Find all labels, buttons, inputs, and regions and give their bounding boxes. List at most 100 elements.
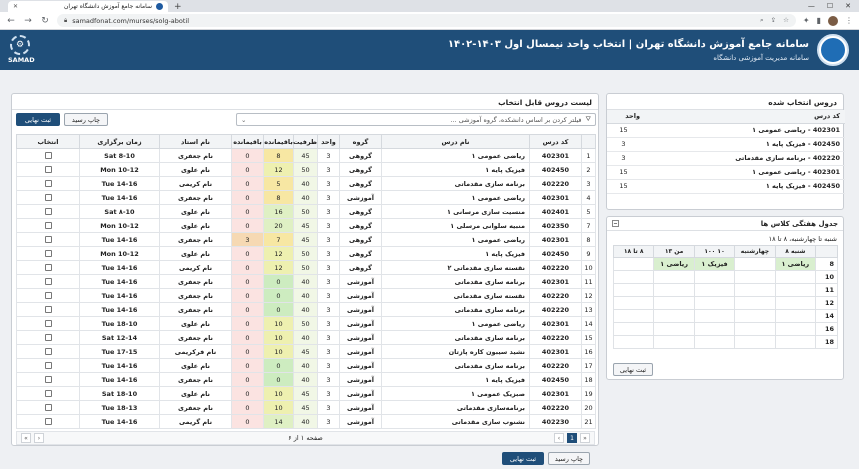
table-row[interactable]: 9 402450 فیزیک پایه ۱ گروهی 3 50 12 0 نام علوی Mo… (16, 246, 596, 261)
select-checkbox[interactable] (44, 404, 52, 411)
select-checkbox[interactable] (44, 222, 52, 229)
minimize-icon[interactable]: — (808, 2, 815, 10)
grid-cell[interactable] (734, 283, 776, 297)
grid-cell[interactable] (734, 322, 776, 336)
grid-cell[interactable] (734, 257, 776, 271)
table-row[interactable]: 12 402220 نقسته سازی مقدماتی آموزشی 3 40 0 0 نام… (16, 288, 596, 303)
filter-input[interactable]: ⛛ فیلتر کردن بر اساس دانشکده، گروه آموزش… (236, 113, 596, 126)
table-row[interactable]: 16 402301 نشید سیبون کاره پازتان آموزشی 3 45 1… (16, 344, 596, 359)
select-checkbox[interactable] (44, 278, 52, 285)
schedule-register-button[interactable]: ثبت نهایی (613, 363, 653, 376)
bottom-print-button[interactable]: چاپ رسید (548, 452, 590, 465)
class-slot[interactable]: ریاضی ۱ (653, 257, 695, 271)
grid-cell[interactable] (612, 283, 655, 297)
grid-cell[interactable] (693, 309, 736, 323)
table-row[interactable]: 3 402220 برنامه سازی مقدماتی گروهی 3 40 5 0 نام … (16, 176, 596, 191)
browser-tab[interactable]: سامانه جامع آموزش دانشگاه تهران ✕ (8, 1, 168, 12)
share-icon[interactable]: ⇪ (771, 16, 776, 25)
selected-row[interactable]: 402450 - فیزیک پایه ۱ 15 (607, 179, 845, 194)
grid-cell[interactable] (774, 296, 817, 310)
tab-close-icon[interactable]: ✕ (13, 3, 18, 10)
prev-page-icon[interactable]: ‹ (34, 433, 44, 443)
table-row[interactable]: 20 402220 برنامه‌سازی مقدماتی آموزشی 3 45 10 0 ن… (16, 400, 596, 415)
back-icon[interactable]: ← (6, 16, 16, 26)
table-row[interactable]: 21 402230 نشنوب سازی مقدماتی آموزشی 3 40 14 0 نا… (16, 414, 596, 429)
table-row[interactable]: 1 402301 ریاضی عمومی ۱ گروهی 3 45 8 0 نام جعفری S… (16, 148, 596, 163)
collapse-icon[interactable]: − (612, 220, 619, 227)
sidepanel-icon[interactable]: ▮ (817, 16, 821, 25)
profile-avatar[interactable] (828, 15, 838, 26)
print-receipt-button[interactable]: چاپ رسید (64, 113, 108, 126)
select-checkbox[interactable] (44, 292, 52, 299)
selected-row[interactable]: 402220 - برنامه سازی مقدماتی 3 (607, 151, 845, 166)
grid-cell[interactable] (774, 335, 817, 349)
table-row[interactable]: 4 402301 ریاضی عمومی ۱ آموزشی 3 40 8 0 نام جعفری… (16, 190, 596, 205)
menu-icon[interactable]: ⋮ (845, 16, 853, 25)
select-checkbox[interactable] (44, 250, 52, 257)
grid-cell[interactable] (612, 257, 655, 271)
grid-cell[interactable] (734, 309, 776, 323)
class-slot[interactable]: فیزیک ۱ (693, 257, 736, 271)
table-row[interactable]: 10 402220 نقسته سازی مقدماتی ۲ گروهی 3 50 12 0 ن… (16, 260, 596, 275)
selected-row[interactable]: 402301 - ریاضی عمومی ۱ 15 (607, 165, 845, 180)
table-row[interactable]: 2 402450 فیزیک پایه ۱ گروهی 3 50 12 0 نام علوی Mo… (16, 162, 596, 177)
grid-cell[interactable] (774, 270, 817, 284)
table-row[interactable]: 8 402301 ریاضی عمومی ۱ گروهی 3 45 7 3 نام جعفری T… (16, 232, 596, 247)
grid-cell[interactable] (612, 322, 655, 336)
table-row[interactable]: 19 402301 صبزیک عمومی ۱ آموزشی 3 45 10 0 نام علو… (16, 386, 596, 401)
grid-cell[interactable] (734, 270, 776, 284)
new-tab-icon[interactable]: + (174, 2, 182, 12)
reload-icon[interactable]: ↻ (40, 16, 50, 26)
grid-cell[interactable] (693, 296, 736, 310)
grid-cell[interactable] (774, 309, 817, 323)
bottom-register-button[interactable]: ثبت نهایی (502, 452, 544, 465)
table-row[interactable]: 7 402350 منبیه سلوانی مرسلی ۱ گروهی 3 45 20 0 نا… (16, 218, 596, 233)
first-page-icon[interactable]: « (580, 433, 590, 443)
select-checkbox[interactable] (44, 348, 52, 355)
grid-cell[interactable] (612, 335, 655, 349)
grid-cell[interactable] (693, 335, 736, 349)
grid-cell[interactable] (612, 296, 655, 310)
table-row[interactable]: 14 402301 ریاضی عمومی ۱ آموزشی 3 50 10 0 نام علو… (16, 316, 596, 331)
table-row[interactable]: 13 402220 برنامه سازی مقدماتی آموزشی 3 40 0 0 نا… (16, 302, 596, 317)
address-bar[interactable]: 🔒︎ samadfonat.com/murses/solg-abotil ⌕ ⇪… (57, 14, 796, 27)
table-row[interactable]: 5 402401 منسیت سازی مرسانی ۱ گروهی 3 50 16 0 نام… (16, 204, 596, 219)
extensions-icon[interactable]: ✦ (803, 16, 810, 25)
grid-cell[interactable] (653, 270, 695, 284)
selected-row[interactable]: 402301 - ریاضی عمومی ۱ 15 (607, 123, 845, 138)
select-checkbox[interactable] (44, 418, 52, 425)
close-window-icon[interactable]: ✕ (845, 2, 851, 10)
table-row[interactable]: 17 402220 برنامه سازی مقدماتی آموزشی 3 40 0 0 نا… (16, 358, 596, 373)
next-page-icon[interactable]: › (554, 433, 564, 443)
select-checkbox[interactable] (44, 306, 52, 313)
select-checkbox[interactable] (44, 152, 52, 159)
grid-cell[interactable] (653, 335, 695, 349)
zoom-icon[interactable]: ⌕ (760, 16, 764, 25)
grid-cell[interactable] (693, 283, 736, 297)
grid-cell[interactable] (774, 322, 817, 336)
selected-row[interactable]: 402450 - فیزیک پایه ۱3 (607, 137, 845, 152)
select-checkbox[interactable] (44, 390, 52, 397)
select-checkbox[interactable] (44, 264, 52, 271)
grid-cell[interactable] (734, 335, 776, 349)
table-row[interactable]: 18 402450 فیزیک پایه ۱ آموزشی 3 40 0 0 نام جعفری… (16, 372, 596, 387)
select-checkbox[interactable] (44, 208, 52, 215)
grid-cell[interactable] (653, 283, 695, 297)
table-row[interactable]: 11 402301 برنامه سازی مقدماتی آموزشی 3 40 0 0 نا… (16, 274, 596, 289)
maximize-icon[interactable]: ☐ (827, 2, 833, 10)
grid-cell[interactable] (653, 309, 695, 323)
grid-cell[interactable] (612, 309, 655, 323)
grid-cell[interactable] (734, 296, 776, 310)
current-page-button[interactable]: 1 (567, 433, 577, 443)
grid-cell[interactable] (693, 322, 736, 336)
forward-icon[interactable]: → (23, 16, 33, 26)
bookmark-star-icon[interactable]: ☆ (783, 16, 789, 25)
chevron-down-icon[interactable]: ⌄ (241, 116, 246, 124)
select-checkbox[interactable] (44, 362, 52, 369)
grid-cell[interactable] (653, 322, 695, 336)
grid-cell[interactable] (653, 296, 695, 310)
select-checkbox[interactable] (44, 376, 52, 383)
class-slot[interactable]: ریاضی ۱ (774, 257, 817, 271)
select-checkbox[interactable] (44, 194, 52, 201)
select-checkbox[interactable] (44, 320, 52, 327)
